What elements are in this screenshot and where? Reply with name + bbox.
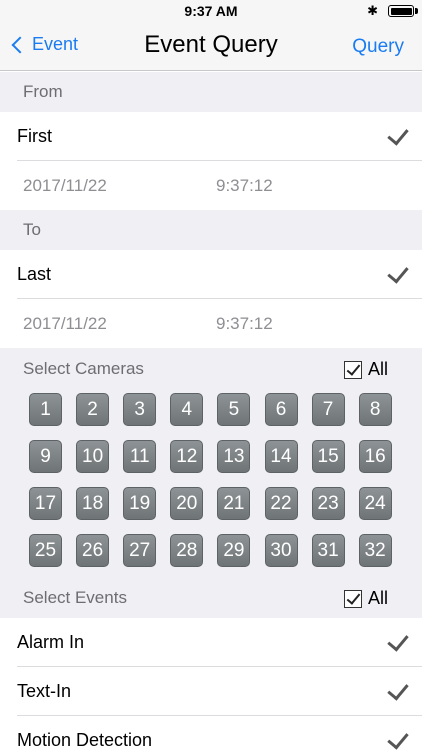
- camera-button-9[interactable]: 9: [29, 440, 62, 473]
- event-label: Motion Detection: [17, 730, 153, 750]
- camera-button-30[interactable]: 30: [264, 534, 298, 567]
- camera-button-16[interactable]: 16: [358, 440, 392, 473]
- navigation-bar: Event Event Query Query: [0, 22, 422, 71]
- camera-button-7[interactable]: 7: [311, 393, 345, 426]
- events-all-label: All: [367, 588, 388, 608]
- camera-button-10[interactable]: 10: [76, 440, 110, 473]
- camera-button-25[interactable]: 25: [29, 534, 62, 567]
- camera-grid: 1 2 3 4 5 6 7 8 9 10 11 12 13 14 15 16 17 18 19 20 21 22 23 24 2…: [0, 389, 422, 577]
- camera-button-8[interactable]: 8: [358, 393, 392, 426]
- camera-button-23[interactable]: 23: [311, 487, 345, 520]
- event-label: Alarm In: [17, 632, 85, 652]
- checkmark-icon: [387, 122, 409, 146]
- event-row[interactable]: Motion Detection: [0, 716, 422, 750]
- events-section-header: Select Events All: [0, 577, 422, 618]
- camera-button-28[interactable]: 28: [170, 534, 204, 567]
- to-time: 9:37:12: [216, 313, 273, 333]
- event-row[interactable]: Text-In: [0, 667, 422, 716]
- camera-button-2[interactable]: 2: [76, 393, 110, 426]
- camera-button-32[interactable]: 32: [358, 534, 392, 567]
- to-last-label: Last: [17, 264, 52, 284]
- camera-button-14[interactable]: 14: [264, 440, 298, 473]
- events-all-toggle[interactable]: All: [343, 588, 388, 609]
- camera-button-19[interactable]: 19: [123, 487, 157, 520]
- from-section-header: From: [0, 72, 422, 112]
- camera-button-11[interactable]: 11: [123, 440, 157, 473]
- camera-button-21[interactable]: 21: [217, 487, 251, 520]
- checkmark-icon: [387, 260, 409, 284]
- from-time: 9:37:12: [216, 175, 273, 195]
- battery-icon: [388, 5, 414, 17]
- event-label: Text-In: [17, 681, 72, 701]
- camera-button-6[interactable]: 6: [264, 393, 298, 426]
- cameras-section-header: Select Cameras All: [0, 348, 422, 389]
- events-header-label: Select Events: [23, 587, 127, 607]
- camera-button-17[interactable]: 17: [29, 487, 62, 520]
- camera-button-27[interactable]: 27: [123, 534, 157, 567]
- from-datetime-row[interactable]: 2017/11/22 9:37:12: [0, 161, 422, 210]
- camera-button-13[interactable]: 13: [217, 440, 251, 473]
- cameras-all-label: All: [367, 359, 388, 379]
- checkbox-checked-icon[interactable]: [343, 589, 362, 608]
- camera-button-4[interactable]: 4: [170, 393, 204, 426]
- camera-button-1[interactable]: 1: [29, 393, 62, 426]
- bluetooth-icon: ✱: [367, 3, 378, 18]
- camera-button-3[interactable]: 3: [123, 393, 157, 426]
- status-bar: 9:37 AM ✱: [0, 0, 422, 22]
- camera-button-18[interactable]: 18: [76, 487, 110, 520]
- camera-button-26[interactable]: 26: [76, 534, 110, 567]
- checkmark-icon: [387, 628, 409, 652]
- battery-tip: [415, 8, 418, 14]
- status-time: 9:37 AM: [184, 3, 238, 19]
- camera-button-22[interactable]: 22: [264, 487, 298, 520]
- camera-button-24[interactable]: 24: [358, 487, 392, 520]
- camera-button-20[interactable]: 20: [170, 487, 204, 520]
- to-date: 2017/11/22: [23, 313, 107, 333]
- cameras-all-toggle[interactable]: All: [343, 359, 388, 380]
- event-row[interactable]: Alarm In: [0, 618, 422, 667]
- camera-button-5[interactable]: 5: [217, 393, 251, 426]
- camera-button-31[interactable]: 31: [311, 534, 345, 567]
- to-datetime-row[interactable]: 2017/11/22 9:37:12: [0, 299, 422, 348]
- query-button[interactable]: Query: [352, 36, 404, 58]
- to-header-label: To: [23, 220, 41, 239]
- to-section-header: To: [0, 210, 422, 250]
- camera-button-15[interactable]: 15: [311, 440, 345, 473]
- camera-button-12[interactable]: 12: [170, 440, 204, 473]
- from-first-row[interactable]: First: [0, 112, 422, 161]
- to-last-row[interactable]: Last: [0, 250, 422, 299]
- from-header-label: From: [23, 82, 63, 101]
- checkmark-icon: [387, 726, 409, 750]
- from-date: 2017/11/22: [23, 175, 107, 195]
- cameras-header-label: Select Cameras: [23, 358, 144, 378]
- camera-button-29[interactable]: 29: [217, 534, 251, 567]
- checkbox-checked-icon[interactable]: [343, 360, 362, 379]
- checkmark-icon: [387, 677, 409, 701]
- from-first-label: First: [17, 126, 52, 146]
